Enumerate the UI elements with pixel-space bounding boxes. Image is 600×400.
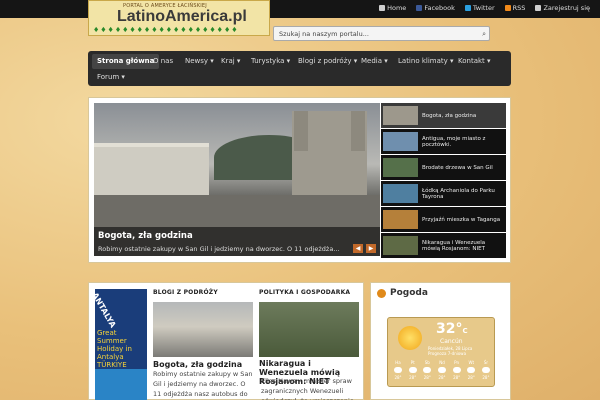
nav-item-forum[interactable]: Forum ▾ xyxy=(92,70,130,85)
blog-article-title[interactable]: Bogota, zła godzina xyxy=(153,360,253,369)
cloud-icon xyxy=(408,367,417,373)
slider-excerpt: Robimy ostatnie zakupy w San Gil i jedzi… xyxy=(98,245,340,253)
sun-icon xyxy=(398,326,422,350)
weather-forecast-label: Prognoza 7-dniowa xyxy=(428,351,467,356)
cloud-icon xyxy=(452,367,461,373)
facebook-icon xyxy=(416,5,423,11)
weather-city: Cancún xyxy=(440,338,463,345)
weather-temp: 32°C xyxy=(436,321,468,337)
nav-item-contact[interactable]: Kontakt ▾ xyxy=(453,54,496,69)
forecast-day: Ha 28° xyxy=(394,360,402,380)
blog-article-excerpt: Robimy ostatnie zakupy w San Gil i jedzi… xyxy=(153,370,253,398)
antalya-ad[interactable]: ANTALYA Great Summer Holiday in Antalya … xyxy=(95,289,147,400)
slider-caption: Bogota, zła godzina Robimy ostatnie zaku… xyxy=(94,227,380,256)
toplink-facebook[interactable]: Facebook xyxy=(416,4,455,12)
toplink-rss[interactable]: RSS xyxy=(504,4,525,12)
forecast-day: Sb 28° xyxy=(423,360,432,380)
cloud-icon xyxy=(481,367,490,373)
thumb-item[interactable]: Łódką Archaniola do Parku Tayrona xyxy=(381,181,506,206)
toplink-register[interactable]: Zarejestruj się xyxy=(535,4,590,12)
weather-heading: Pogoda xyxy=(390,288,428,298)
nav-item-media[interactable]: Media ▾ xyxy=(356,54,393,69)
home-icon xyxy=(379,5,386,11)
logo-text: LatinoAmerica.pl xyxy=(117,8,247,25)
weather-box: 32°C Cancún Poniedziałek, 28 Lipca Progno… xyxy=(387,317,495,387)
toplink-home[interactable]: Home xyxy=(379,4,406,12)
search-icon[interactable]: ⌕ xyxy=(482,30,486,39)
forecast-day: Pt 28° xyxy=(408,360,417,380)
forecast-day: Nd 28° xyxy=(437,360,446,380)
featured-slider: Bogota, zła godzina Robimy ostatnie zaku… xyxy=(88,97,511,263)
slider-title[interactable]: Bogota, zła godzina xyxy=(98,231,376,241)
rss-icon xyxy=(504,5,511,11)
cloud-icon xyxy=(437,367,446,373)
nav-item-latino[interactable]: Latino klimaty ▾ xyxy=(393,54,459,69)
ad-text: Great Summer Holiday in Antalya TÜRKIYE xyxy=(97,329,132,369)
slider-thumbnails: Bogota, zła godzina Antigua, moje miasto… xyxy=(381,103,506,258)
thumb-item[interactable]: Przyjaźń mieszka w Taganga xyxy=(381,207,506,232)
next-arrow-icon[interactable]: ▶ xyxy=(366,244,376,253)
top-links: Home Facebook Twitter RSS Zarejestruj si… xyxy=(379,4,590,12)
dancers-icon: ♦♦♦♦♦♦♦♦♦♦♦♦♦♦♦♦♦♦♦♦ xyxy=(93,26,239,34)
nav-item-country[interactable]: Kraj ▾ xyxy=(216,54,245,69)
forecast-day: Wt 28° xyxy=(467,360,476,380)
prev-arrow-icon[interactable]: ◀ xyxy=(353,244,363,253)
forecast-day: Pn 28° xyxy=(452,360,461,380)
forecast-day: Śr 28° xyxy=(481,360,490,380)
slider-arrows: ◀ ▶ xyxy=(353,244,376,253)
toplink-twitter[interactable]: Twitter xyxy=(464,4,495,12)
main-nav: Strona główna O nas Newsy ▾ Kraj ▾ Turys… xyxy=(88,51,511,86)
twitter-icon xyxy=(464,5,471,11)
nav-item-blogs[interactable]: Blogi z podróży ▾ xyxy=(293,54,362,69)
thumb-item[interactable]: Antigua, moje miasto z pocztówki. xyxy=(381,129,506,154)
search-input[interactable]: Szukaj na naszym portalu... ⌕ xyxy=(273,26,490,41)
nav-item-tourism[interactable]: Turystyka ▾ xyxy=(246,54,295,69)
thumb-item[interactable]: Bogota, zła godzina xyxy=(381,103,506,128)
blogs-heading[interactable]: BLOGI Z PODRÓŻY xyxy=(153,289,218,296)
search-placeholder: Szukaj na naszym portalu... xyxy=(279,30,369,38)
thumb-item[interactable]: Brodate drzewa w San Gil xyxy=(381,155,506,180)
thumb-item[interactable]: Nikaragua i Wenezuela mówią Rosjanom: NI… xyxy=(381,233,506,258)
nav-item-news[interactable]: Newsy ▾ xyxy=(180,54,219,69)
slider-image[interactable]: Bogota, zła godzina Robimy ostatnie zaku… xyxy=(94,103,380,256)
cloud-icon xyxy=(394,367,402,373)
ad-brand: ANTALYA xyxy=(95,291,118,330)
weather-bullet-icon xyxy=(377,288,386,298)
blog-article-image[interactable] xyxy=(153,302,253,357)
nav-item-about[interactable]: O nas xyxy=(148,54,178,69)
politics-article-image[interactable] xyxy=(259,302,359,357)
forecast-days: Ha 28° Pt 28° Sb 28° Nd 28° Pn 28° Wt 28° Śr 28… xyxy=(391,360,493,380)
user-icon xyxy=(535,5,542,11)
cloud-icon xyxy=(423,367,432,373)
politics-heading[interactable]: POLITYKA I GOSPODARKA xyxy=(259,289,350,296)
weather-widget: Pogoda 32°C Cancún Poniedziałek, 28 Lipc… xyxy=(370,282,511,400)
site-logo[interactable]: PORTAL O AMERYCE ŁACIŃSKIEJ LatinoAmeric… xyxy=(88,0,270,36)
politics-article-excerpt: Elias Hawa – minister spraw zagranicznyc… xyxy=(261,377,354,400)
cloud-icon xyxy=(467,367,476,373)
